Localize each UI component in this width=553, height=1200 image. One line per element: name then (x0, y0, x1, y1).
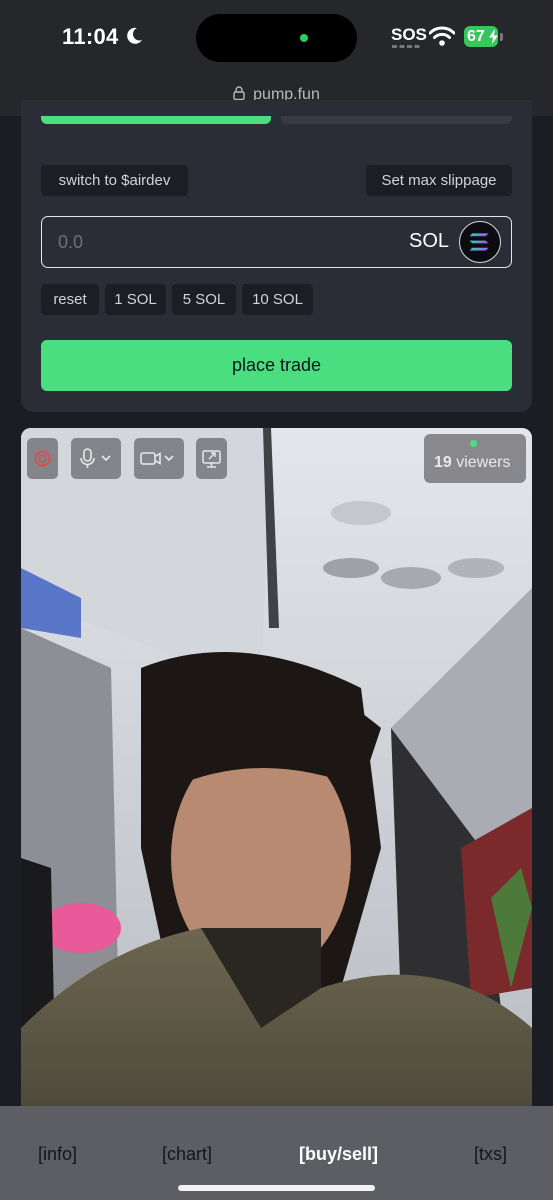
nav-buy-sell[interactable]: [buy/sell] (299, 1144, 378, 1165)
trade-panel: switch to $airdev Set max slippage 0.0 S… (21, 100, 532, 412)
camera-button[interactable] (134, 438, 184, 479)
microphone-button[interactable] (71, 438, 121, 479)
quick-amount-1-sol[interactable]: 1 SOL (105, 284, 166, 315)
viewer-label: viewers (451, 454, 511, 471)
amount-input[interactable]: 0.0 SOL (41, 216, 512, 268)
moon-icon (127, 27, 142, 44)
signal-dots-icon (392, 45, 420, 48)
microphone-icon (80, 448, 111, 468)
sell-tab[interactable] (281, 116, 512, 124)
charging-bolt-icon (489, 29, 498, 44)
place-trade-button[interactable]: place trade (41, 340, 512, 391)
battery-level: 67 (467, 28, 485, 45)
solana-logo-icon (459, 221, 501, 263)
livestream-video[interactable]: 19 viewers (21, 428, 532, 1108)
amount-unit: SOL (409, 230, 450, 252)
max-slippage-button[interactable]: Set max slippage (366, 165, 512, 196)
nav-txs[interactable]: [txs] (474, 1144, 507, 1165)
nav-info[interactable]: [info] (38, 1144, 77, 1165)
reset-amount-button[interactable]: reset (41, 284, 99, 315)
camera-indicator (300, 34, 308, 42)
viewer-count-badge: 19 viewers (424, 434, 526, 483)
live-indicator (470, 440, 477, 447)
dynamic-island (196, 14, 357, 62)
clock: 11:04 (62, 24, 119, 49)
stop-icon (34, 450, 51, 467)
switch-token-button[interactable]: switch to $airdev (41, 165, 188, 196)
viewer-count-text: 19 viewers (434, 454, 510, 472)
lock-icon (233, 86, 245, 100)
home-indicator (178, 1185, 375, 1191)
quick-amount-5-sol[interactable]: 5 SOL (172, 284, 236, 315)
nav-chart[interactable]: [chart] (162, 1144, 212, 1165)
camera-icon (140, 452, 174, 465)
viewer-count: 19 (434, 454, 452, 471)
stop-stream-button[interactable] (27, 438, 58, 479)
screen-share-button[interactable] (196, 438, 227, 479)
quick-amount-10-sol[interactable]: 10 SOL (242, 284, 313, 315)
buy-tab[interactable] (41, 116, 271, 124)
amount-placeholder: 0.0 (58, 232, 84, 252)
battery-tip (500, 33, 503, 41)
wifi-icon (429, 26, 455, 46)
sos-indicator: SOS (391, 25, 427, 44)
bottom-nav: [info] [chart] [buy/sell] [txs] (0, 1106, 553, 1200)
screen-share-icon (202, 450, 221, 468)
status-bar: 11:04 SOS 67 pump.fun (0, 0, 553, 116)
livestream-frame (21, 428, 532, 1108)
